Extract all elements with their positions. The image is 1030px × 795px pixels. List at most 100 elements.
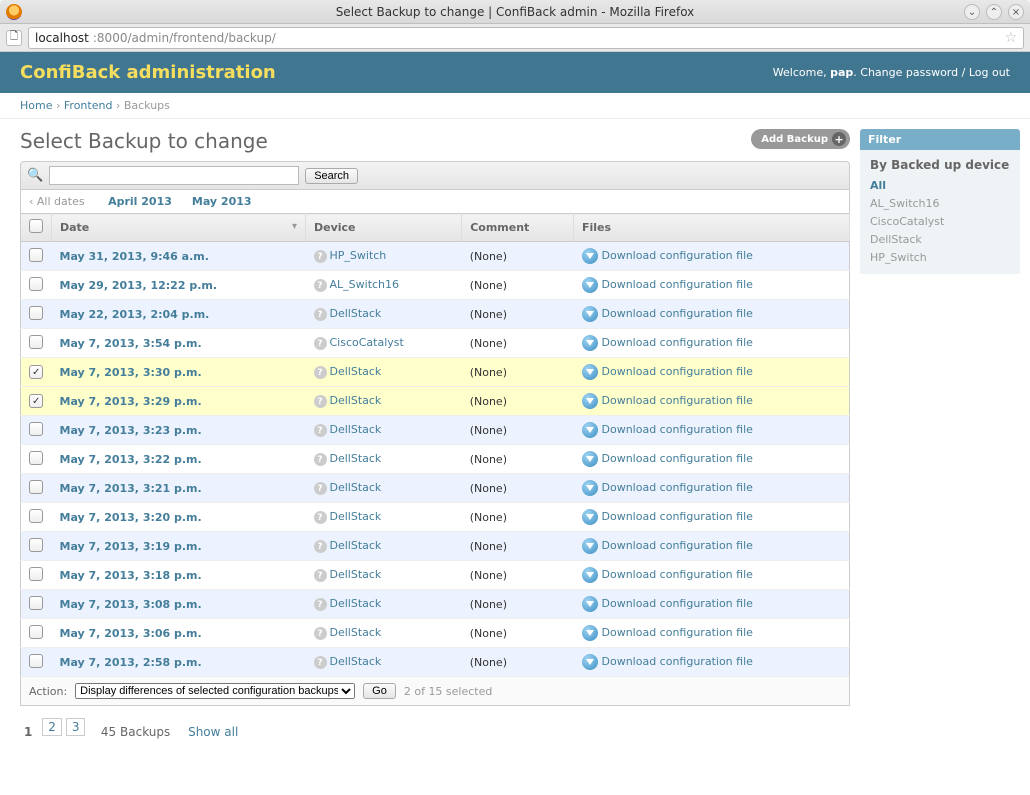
filter-item[interactable]: HP_Switch (870, 251, 927, 264)
help-icon[interactable]: ? (314, 366, 327, 379)
download-link[interactable]: Download configuration file (602, 394, 753, 407)
search-input[interactable] (49, 166, 299, 185)
device-link[interactable]: CiscoCatalyst (330, 336, 404, 349)
filter-item[interactable]: CiscoCatalyst (870, 215, 944, 228)
url-input[interactable]: localhost:8000/admin/frontend/backup/ ☆ (28, 27, 1024, 49)
date-link[interactable]: May 7, 2013, 3:19 p.m. (60, 540, 202, 553)
device-link[interactable]: AL_Switch16 (330, 278, 400, 291)
help-icon[interactable]: ? (314, 511, 327, 524)
download-link[interactable]: Download configuration file (602, 249, 753, 262)
change-password-link[interactable]: Change password (860, 66, 958, 79)
download-link[interactable]: Download configuration file (602, 278, 753, 291)
help-icon[interactable]: ? (314, 424, 327, 437)
go-button[interactable]: Go (363, 683, 396, 699)
row-checkbox[interactable] (29, 277, 43, 291)
row-checkbox[interactable] (29, 538, 43, 552)
logout-link[interactable]: Log out (969, 66, 1010, 79)
download-link[interactable]: Download configuration file (602, 626, 753, 639)
bookmark-star-icon[interactable]: ☆ (1004, 30, 1017, 46)
minimize-button[interactable]: ⌄ (964, 4, 980, 20)
date-link[interactable]: May 7, 2013, 3:54 p.m. (60, 337, 202, 350)
row-checkbox[interactable] (29, 567, 43, 581)
download-link[interactable]: Download configuration file (602, 307, 753, 320)
date-link[interactable]: May 7, 2013, 3:21 p.m. (60, 482, 202, 495)
download-link[interactable]: Download configuration file (602, 336, 753, 349)
date-hier-item[interactable]: April 2013 (108, 195, 172, 208)
date-link[interactable]: May 7, 2013, 3:08 p.m. (60, 598, 202, 611)
device-link[interactable]: DellStack (330, 452, 382, 465)
device-link[interactable]: DellStack (330, 655, 382, 668)
site-branding[interactable]: ConfiBack administration (20, 62, 276, 83)
date-link[interactable]: May 7, 2013, 3:30 p.m. (60, 366, 202, 379)
device-link[interactable]: DellStack (330, 568, 382, 581)
date-link[interactable]: May 7, 2013, 3:20 p.m. (60, 511, 202, 524)
col-files[interactable]: Files (574, 214, 850, 242)
help-icon[interactable]: ? (314, 337, 327, 350)
date-link[interactable]: May 7, 2013, 3:06 p.m. (60, 627, 202, 640)
show-all-link[interactable]: Show all (188, 725, 238, 739)
download-link[interactable]: Download configuration file (602, 655, 753, 668)
row-checkbox[interactable] (29, 422, 43, 436)
date-link[interactable]: May 31, 2013, 9:46 a.m. (60, 250, 209, 263)
row-checkbox[interactable]: ✓ (29, 394, 43, 408)
device-link[interactable]: DellStack (330, 481, 382, 494)
help-icon[interactable]: ? (314, 598, 327, 611)
device-link[interactable]: DellStack (330, 539, 382, 552)
download-link[interactable]: Download configuration file (602, 597, 753, 610)
row-checkbox[interactable] (29, 306, 43, 320)
maximize-button[interactable]: ⌃ (986, 4, 1002, 20)
filter-item[interactable]: All (870, 179, 886, 192)
device-link[interactable]: DellStack (330, 307, 382, 320)
download-link[interactable]: Download configuration file (602, 423, 753, 436)
help-icon[interactable]: ? (314, 395, 327, 408)
device-link[interactable]: DellStack (330, 597, 382, 610)
download-link[interactable]: Download configuration file (602, 568, 753, 581)
row-checkbox[interactable] (29, 248, 43, 262)
date-hier-back[interactable]: ‹ All dates (29, 195, 85, 208)
date-link[interactable]: May 7, 2013, 3:29 p.m. (60, 395, 202, 408)
download-link[interactable]: Download configuration file (602, 481, 753, 494)
breadcrumb-home[interactable]: Home (20, 99, 52, 112)
add-backup-button[interactable]: Add Backup + (751, 129, 850, 149)
row-checkbox[interactable] (29, 335, 43, 349)
help-icon[interactable]: ? (314, 279, 327, 292)
select-all-checkbox[interactable] (29, 219, 43, 233)
device-link[interactable]: DellStack (330, 510, 382, 523)
page-link[interactable]: 2 (42, 718, 62, 736)
date-link[interactable]: May 7, 2013, 2:58 p.m. (60, 656, 202, 669)
row-checkbox[interactable] (29, 596, 43, 610)
filter-item[interactable]: DellStack (870, 233, 922, 246)
date-link[interactable]: May 7, 2013, 3:23 p.m. (60, 424, 202, 437)
help-icon[interactable]: ? (314, 482, 327, 495)
date-link[interactable]: May 7, 2013, 3:18 p.m. (60, 569, 202, 582)
filter-item[interactable]: AL_Switch16 (870, 197, 940, 210)
help-icon[interactable]: ? (314, 569, 327, 582)
col-device[interactable]: Device (306, 214, 462, 242)
close-window-button[interactable]: × (1008, 4, 1024, 20)
help-icon[interactable]: ? (314, 250, 327, 263)
row-checkbox[interactable]: ✓ (29, 365, 43, 379)
help-icon[interactable]: ? (314, 627, 327, 640)
download-link[interactable]: Download configuration file (602, 539, 753, 552)
row-checkbox[interactable] (29, 625, 43, 639)
date-link[interactable]: May 7, 2013, 3:22 p.m. (60, 453, 202, 466)
device-link[interactable]: DellStack (330, 394, 382, 407)
device-link[interactable]: DellStack (330, 423, 382, 436)
search-button[interactable]: Search (305, 168, 358, 184)
breadcrumb-app[interactable]: Frontend (64, 99, 113, 112)
device-link[interactable]: DellStack (330, 365, 382, 378)
row-checkbox[interactable] (29, 509, 43, 523)
download-link[interactable]: Download configuration file (602, 365, 753, 378)
row-checkbox[interactable] (29, 480, 43, 494)
col-comment[interactable]: Comment (462, 214, 574, 242)
row-checkbox[interactable] (29, 654, 43, 668)
help-icon[interactable]: ? (314, 540, 327, 553)
page-link[interactable]: 3 (66, 718, 86, 736)
action-select[interactable]: Display differences of selected configur… (75, 683, 355, 699)
download-link[interactable]: Download configuration file (602, 510, 753, 523)
download-link[interactable]: Download configuration file (602, 452, 753, 465)
device-link[interactable]: HP_Switch (330, 249, 387, 262)
help-icon[interactable]: ? (314, 308, 327, 321)
row-checkbox[interactable] (29, 451, 43, 465)
date-hier-item[interactable]: May 2013 (192, 195, 252, 208)
